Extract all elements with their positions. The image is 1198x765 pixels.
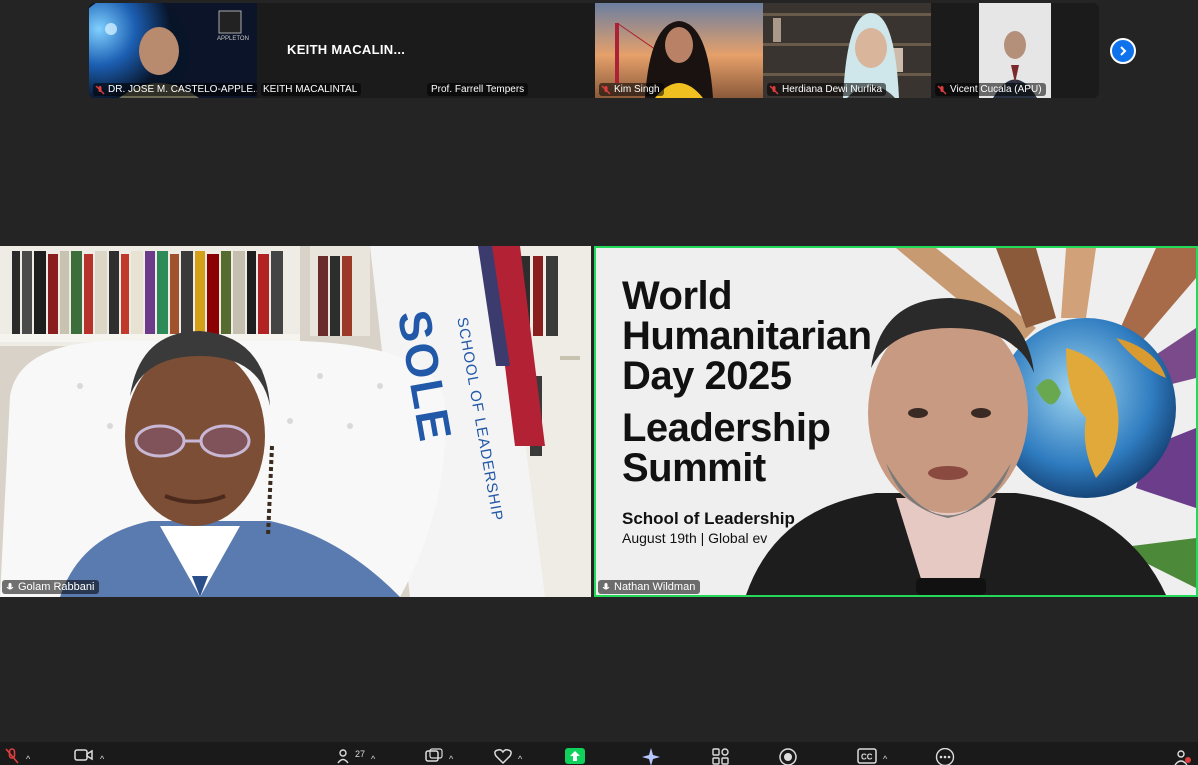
participant-name-label: DR. JOSE M. CASTELO-APPLE...	[93, 83, 257, 96]
participant-name-label: Kim Singh	[599, 83, 664, 96]
video-button[interactable]: ^	[74, 748, 104, 765]
video-tile-nathan[interactable]: World Humanitarian Day 2025 Leadership S…	[594, 246, 1198, 597]
participant-video-golam	[0, 246, 591, 597]
share-screen-button[interactable]	[565, 748, 585, 765]
record-icon	[779, 748, 797, 765]
svg-text:CC: CC	[861, 753, 873, 762]
participant-strip: APPLETON DR. JOSE M. CASTELO-APPLE... KE…	[89, 3, 1099, 98]
record-button[interactable]	[779, 748, 797, 765]
camera-icon	[74, 749, 93, 761]
ai-companion-button[interactable]	[642, 748, 660, 765]
participant-name-label: Prof. Farrell Tempers	[427, 83, 529, 96]
participant-tile-kim[interactable]: Kim Singh	[595, 3, 763, 98]
share-screen-icon	[565, 748, 585, 764]
more-icon	[935, 748, 955, 765]
participant-tile-jose[interactable]: APPLETON DR. JOSE M. CASTELO-APPLE...	[89, 3, 257, 98]
heart-icon	[494, 749, 512, 764]
mic-icon	[6, 583, 14, 590]
closed-captions-icon: CC	[857, 748, 877, 764]
mic-muted-icon	[937, 85, 947, 94]
participant-tile-vicent[interactable]: Vicent Cucala (APU)	[931, 3, 1099, 98]
participant-name-label: Herdiana Dewi Nurfika	[767, 83, 887, 96]
chevron-up-icon[interactable]: ^	[26, 754, 30, 764]
chat-icon	[425, 748, 443, 762]
chevron-up-icon[interactable]: ^	[883, 754, 887, 764]
participant-name-label: Nathan Wildman	[598, 580, 701, 594]
slide-text: World Humanitarian Day 2025 Leadership S…	[622, 274, 872, 546]
leave-button[interactable]	[1174, 748, 1192, 765]
apps-icon	[712, 748, 729, 765]
react-button[interactable]: ^	[494, 748, 522, 765]
participant-tile-keith[interactable]: KEITH MACALIN... KEITH MACALINTAL	[257, 3, 427, 98]
participant-name-label: KEITH MACALINTAL	[261, 83, 362, 96]
chevron-up-icon[interactable]: ^	[100, 754, 104, 764]
mic-muted-icon	[769, 85, 779, 94]
video-tile-golam[interactable]: SOLE SCHOOL OF LEADERSHIP Golam Rabbani	[0, 246, 591, 597]
next-page-button[interactable]	[1110, 38, 1136, 64]
mic-muted-icon	[95, 85, 105, 94]
chevron-right-icon	[1120, 46, 1127, 56]
sparkle-icon	[642, 748, 660, 765]
participant-name-label: Vicent Cucala (APU)	[935, 83, 1046, 96]
mic-icon	[602, 583, 610, 590]
participants-button[interactable]: 27 ^	[337, 748, 375, 765]
meeting-toolbar: ^ ^ 27 ^ ^ ^ CC ^	[0, 742, 1198, 765]
chevron-up-icon[interactable]: ^	[449, 754, 453, 764]
chevron-up-icon[interactable]: ^	[371, 754, 375, 764]
chevron-up-icon[interactable]: ^	[518, 754, 522, 764]
mic-muted-icon	[5, 748, 19, 764]
apps-button[interactable]	[712, 748, 730, 765]
people-icon	[1174, 750, 1191, 765]
participant-tile-herdiana[interactable]: Herdiana Dewi Nurfika	[763, 3, 931, 98]
participants-icon	[337, 749, 349, 764]
more-button[interactable]	[935, 748, 955, 765]
participants-count: 27	[355, 749, 366, 759]
mute-button[interactable]: ^	[4, 748, 30, 765]
participant-name-label: Golam Rabbani	[2, 580, 100, 594]
strip-logo-text: APPLETON	[217, 36, 249, 42]
participant-name-large: KEITH MACALIN...	[287, 42, 406, 57]
participant-tile-farrell[interactable]: Prof. Farrell Tempers	[427, 3, 595, 98]
chat-button[interactable]: ^	[425, 748, 453, 765]
mic-muted-icon	[601, 85, 611, 94]
captions-button[interactable]: CC ^	[857, 748, 887, 765]
